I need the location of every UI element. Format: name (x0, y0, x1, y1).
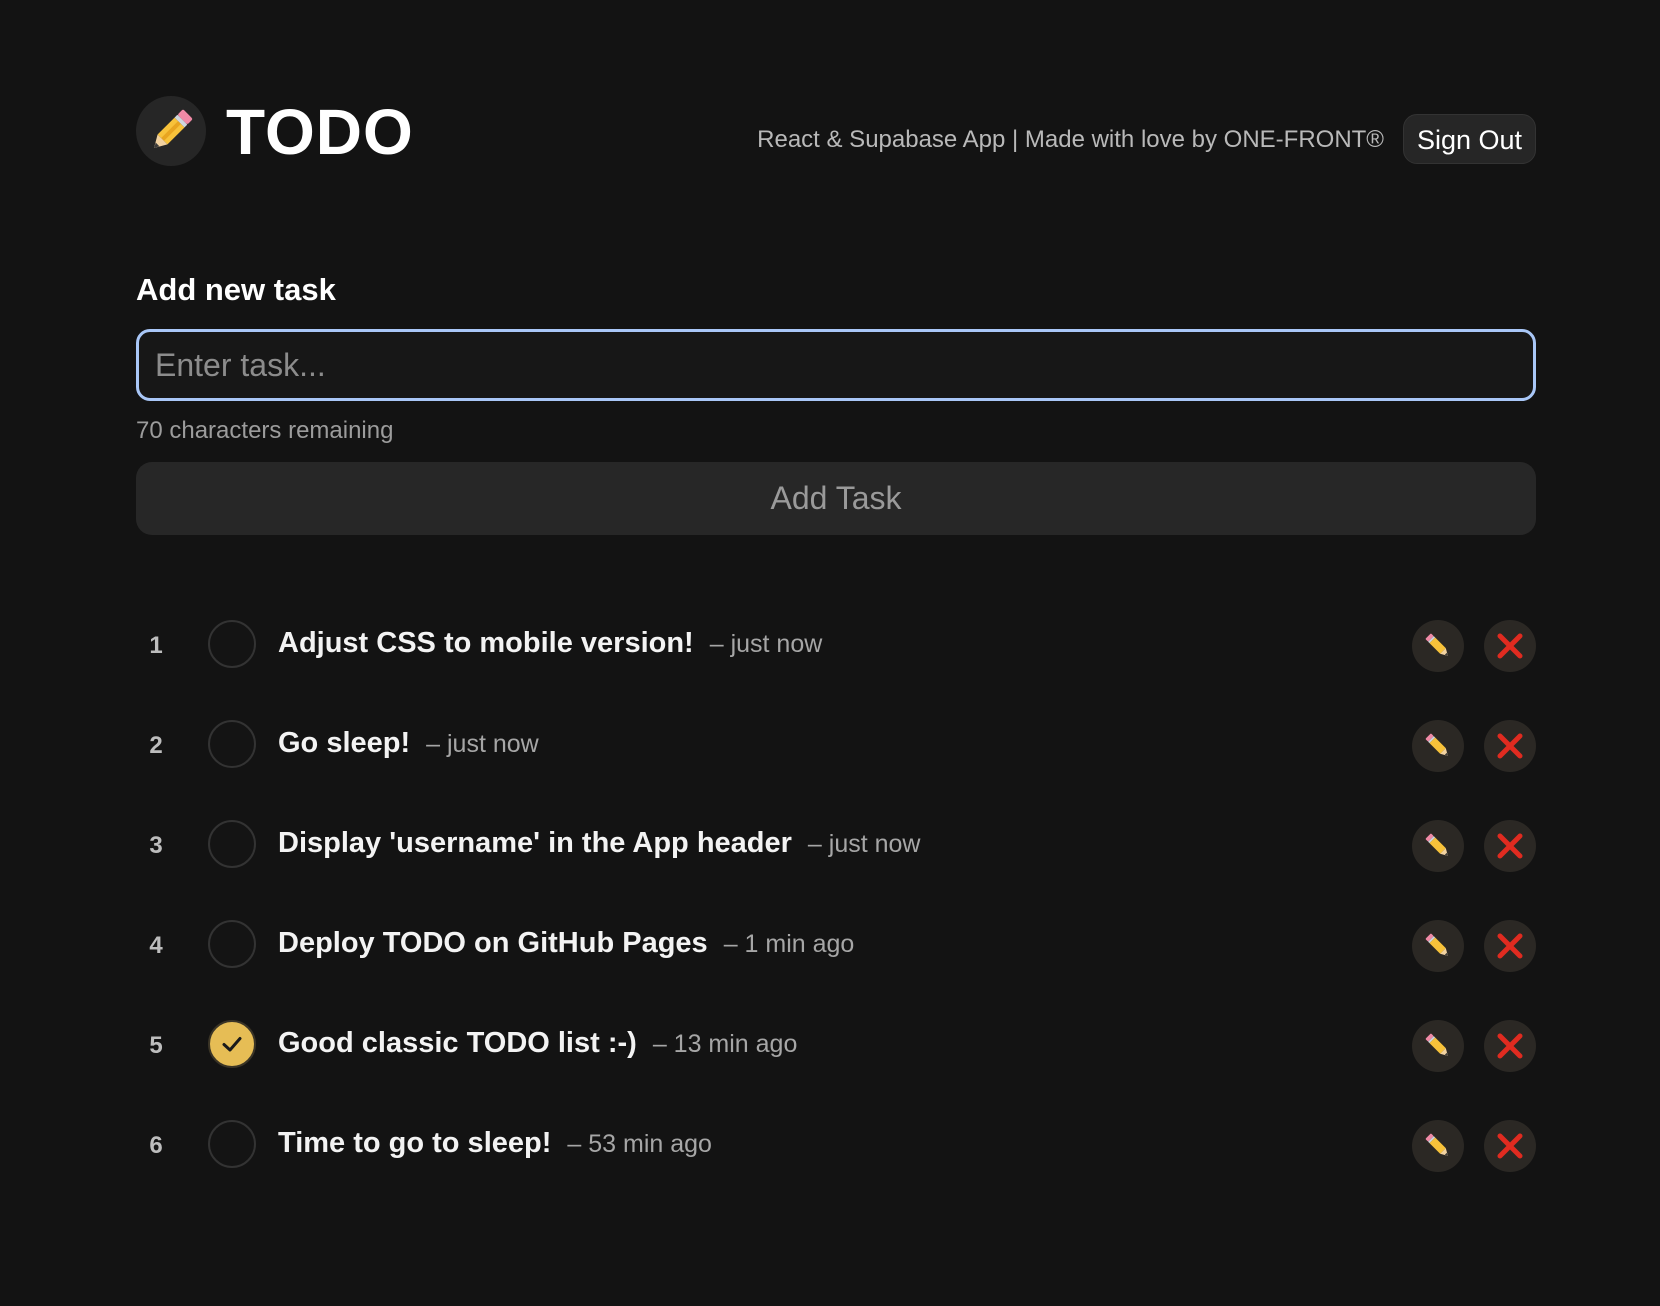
task-number: 4 (149, 932, 163, 959)
red-cross-icon (1497, 633, 1523, 659)
task-row: 1 Adjust CSS to mobile version! – just no… (136, 620, 1536, 720)
app-header: TODO React & Supabase App | Made with lo… (136, 96, 1536, 168)
task-input[interactable] (136, 329, 1536, 401)
edit-task-button[interactable] (1412, 620, 1464, 672)
app-tagline: React & Supabase App | Made with love by… (757, 126, 1384, 153)
task-checkbox-checked[interactable] (208, 1020, 256, 1068)
task-checkbox[interactable] (208, 620, 256, 668)
task-content: Adjust CSS to mobile version! – just now (278, 627, 822, 660)
pencil-icon (1425, 933, 1448, 956)
edit-task-button[interactable] (1412, 1120, 1464, 1172)
task-content: Go sleep! – just now (278, 727, 539, 760)
pencil-icon (154, 109, 193, 148)
task-row: 6 Time to go to sleep! – 53 min ago (136, 1120, 1536, 1220)
task-time: – just now (426, 730, 539, 758)
red-cross-icon (1497, 1133, 1523, 1159)
task-title[interactable]: Adjust CSS to mobile version! (278, 627, 694, 659)
delete-task-button[interactable] (1484, 620, 1536, 672)
task-time: – just now (807, 830, 921, 858)
red-cross-icon (1497, 1033, 1523, 1059)
add-task-heading: Add new task (136, 272, 336, 307)
task-content: Good classic TODO list :-) – 13 min ago (278, 1027, 797, 1060)
todo-app: TODO React & Supabase App | Made with lo… (0, 0, 1660, 1306)
task-title[interactable]: Time to go to sleep! (278, 1127, 551, 1159)
delete-task-button[interactable] (1484, 820, 1536, 872)
task-title[interactable]: Display 'username' in the App header (278, 827, 792, 859)
delete-task-button[interactable] (1484, 1120, 1536, 1172)
task-time: – 1 min ago (723, 930, 855, 958)
edit-task-button[interactable] (1412, 820, 1464, 872)
edit-task-button[interactable] (1412, 920, 1464, 972)
task-row: 2 Go sleep! – just now (136, 720, 1536, 820)
chars-remaining-text: 70 characters remaining (136, 417, 394, 444)
task-number: 2 (149, 732, 163, 759)
red-cross-icon (1497, 733, 1523, 759)
task-title[interactable]: Deploy TODO on GitHub Pages (278, 927, 708, 959)
task-number: 1 (149, 632, 163, 659)
task-content: Deploy TODO on GitHub Pages – 1 min ago (278, 927, 854, 960)
delete-task-button[interactable] (1484, 720, 1536, 772)
app-title: TODO (226, 96, 414, 168)
edit-task-button[interactable] (1412, 1020, 1464, 1072)
task-checkbox[interactable] (208, 1120, 256, 1168)
logo (136, 96, 206, 166)
task-row: 4 Deploy TODO on GitHub Pages – 1 min ago (136, 920, 1536, 1020)
task-checkbox[interactable] (208, 920, 256, 968)
task-row: 5 Good classic TODO list :-) – 13 min ago (136, 1020, 1536, 1120)
task-number: 3 (149, 832, 163, 859)
task-time: – 53 min ago (567, 1130, 712, 1158)
pencil-icon (1425, 733, 1448, 756)
edit-task-button[interactable] (1412, 720, 1464, 772)
checkmark-icon (222, 1037, 242, 1052)
task-time: – 13 min ago (652, 1030, 798, 1058)
task-checkbox[interactable] (208, 720, 256, 768)
task-number: 5 (149, 1032, 163, 1059)
task-title[interactable]: Good classic TODO list :-) (278, 1027, 637, 1059)
task-content: Display 'username' in the App header – ju… (278, 827, 920, 860)
delete-task-button[interactable] (1484, 920, 1536, 972)
task-list: 1 Adjust CSS to mobile version! – just no… (136, 620, 1536, 1220)
red-cross-icon (1497, 833, 1523, 859)
task-time: – just now (709, 630, 823, 658)
task-title[interactable]: Go sleep! (278, 727, 410, 759)
task-row: 3 Display 'username' in the App header – … (136, 820, 1536, 920)
pencil-icon (1425, 1033, 1448, 1056)
task-checkbox[interactable] (208, 820, 256, 868)
pencil-icon (1425, 1133, 1448, 1156)
pencil-icon (1425, 633, 1448, 656)
delete-task-button[interactable] (1484, 1020, 1536, 1072)
task-number: 6 (149, 1132, 163, 1159)
red-cross-icon (1497, 933, 1523, 959)
sign-out-button[interactable]: Sign Out (1402, 114, 1536, 164)
task-content: Time to go to sleep! – 53 min ago (278, 1127, 712, 1160)
add-task-button[interactable]: Add Task (136, 462, 1536, 535)
pencil-icon (1425, 833, 1448, 856)
